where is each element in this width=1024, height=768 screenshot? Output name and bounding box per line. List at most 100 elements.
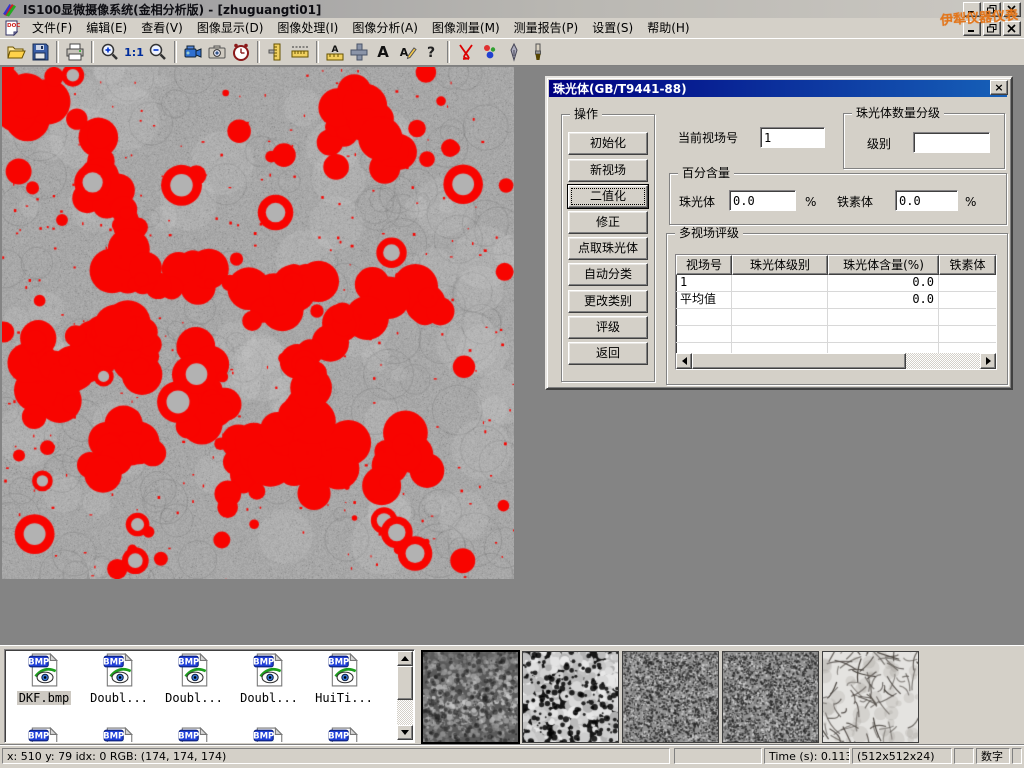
file-item[interactable]: Doubl...	[83, 653, 155, 705]
rate-button[interactable]: 评级	[568, 316, 648, 339]
pick-pearlite-button[interactable]: 点取珠光体	[568, 237, 648, 260]
table-row[interactable]: 1 0.0	[676, 275, 996, 292]
file-name[interactable]: Doubl...	[88, 691, 150, 705]
measure-text-icon[interactable]: A	[323, 40, 347, 64]
bmp-file-icon	[102, 653, 136, 687]
menu-help[interactable]: 帮助(H)	[640, 19, 696, 37]
file-item-partial[interactable]	[308, 727, 380, 743]
capture-camera-icon[interactable]	[205, 40, 229, 64]
bmp-file-icon	[27, 653, 61, 687]
grid-measure-icon[interactable]	[347, 40, 371, 64]
pen-tool-icon[interactable]	[502, 40, 526, 64]
scroll-right-icon[interactable]	[980, 353, 996, 369]
toolbar-separator	[257, 41, 260, 63]
dialog-close-icon[interactable]: ×	[990, 80, 1008, 95]
col-pearlite-pct[interactable]: 珠光体含量(%)	[828, 255, 939, 275]
toolbar: 1:1 A A A ?	[0, 38, 1024, 66]
scroll-up-icon[interactable]	[397, 651, 413, 666]
file-item-partial[interactable]	[158, 727, 230, 743]
curve-tool-icon[interactable]	[454, 40, 478, 64]
svg-text:A: A	[377, 43, 389, 61]
thumbnail-2[interactable]	[522, 651, 619, 743]
video-camera-icon[interactable]	[181, 40, 205, 64]
caliper-icon[interactable]	[264, 40, 288, 64]
ferrite-label: 铁素体	[837, 195, 873, 209]
scrollbar-thumb[interactable]	[397, 666, 413, 700]
col-ferrite[interactable]: 铁素体	[939, 255, 996, 275]
menu-image-analysis[interactable]: 图像分析(A)	[345, 19, 425, 37]
document-icon[interactable]: DOC	[4, 20, 21, 36]
thumbnail-1[interactable]	[421, 650, 520, 744]
initialize-button[interactable]: 初始化	[568, 132, 648, 155]
ruler-icon[interactable]	[288, 40, 312, 64]
print-icon[interactable]	[63, 40, 87, 64]
menu-file[interactable]: 文件(F)	[25, 19, 79, 37]
table-row[interactable]: 平均值 0.0	[676, 292, 996, 309]
return-button[interactable]: 返回	[568, 342, 648, 365]
thumbnail-4[interactable]	[722, 651, 819, 743]
table-horizontal-scrollbar[interactable]	[676, 353, 996, 369]
brush-tool-icon[interactable]	[526, 40, 550, 64]
app-window: IS100显微摄像系统(金相分析版) - [zhuguangti01] 伊犁仪器…	[0, 0, 1024, 768]
metallographic-image[interactable]	[2, 67, 514, 579]
save-icon[interactable]	[28, 40, 52, 64]
col-pearlite-grade[interactable]: 珠光体级别	[732, 255, 828, 275]
file-item-partial[interactable]	[83, 727, 155, 743]
file-name[interactable]: DKF.bmp	[17, 691, 72, 705]
toolbar-separator	[91, 41, 94, 63]
ferrite-percent-input[interactable]	[895, 190, 958, 211]
cell-grade	[732, 292, 828, 308]
menu-image-processing[interactable]: 图像处理(I)	[270, 19, 345, 37]
cell-field-no: 平均值	[676, 292, 732, 308]
scroll-left-icon[interactable]	[676, 353, 692, 369]
multi-field-table[interactable]: 视场号 珠光体级别 珠光体含量(%) 铁素体 1 0.0 平均值 0.0	[675, 254, 997, 370]
file-name[interactable]: Doubl...	[163, 691, 225, 705]
auto-classify-button[interactable]: 自动分类	[568, 263, 648, 286]
file-name[interactable]: Doubl...	[238, 691, 300, 705]
pearlite-percent-input[interactable]	[729, 190, 796, 211]
new-field-button[interactable]: 新视场	[568, 159, 648, 182]
edit-annotation-icon[interactable]: A	[395, 40, 419, 64]
timer-clock-icon[interactable]	[229, 40, 253, 64]
svg-text:DOC: DOC	[7, 23, 20, 29]
col-field-no[interactable]: 视场号	[676, 255, 732, 275]
correct-button[interactable]: 修正	[568, 211, 648, 234]
file-list-scrollbar[interactable]	[397, 651, 413, 740]
file-list[interactable]: DKF.bmp Doubl... Doubl... Doubl... HuiTi…	[4, 649, 415, 743]
file-item[interactable]: HuiTi...	[308, 653, 380, 705]
thumbnail-3[interactable]	[622, 651, 719, 743]
table-row-empty	[676, 326, 996, 343]
svg-text:?: ?	[427, 45, 435, 61]
dialog-title-bar[interactable]: 珠光体(GB/T9441-88)	[549, 80, 1007, 97]
file-item[interactable]: Doubl...	[158, 653, 230, 705]
menu-view[interactable]: 查看(V)	[134, 19, 190, 37]
scrollbar-thumb[interactable]	[692, 353, 906, 369]
menu-report[interactable]: 测量报告(P)	[507, 19, 586, 37]
open-file-icon[interactable]	[4, 40, 28, 64]
file-item-partial[interactable]	[8, 727, 80, 743]
thumbnail-5[interactable]	[822, 651, 919, 743]
menu-image-display[interactable]: 图像显示(D)	[190, 19, 271, 37]
pearlite-percent-sign: %	[805, 195, 816, 209]
menu-settings[interactable]: 设置(S)	[585, 19, 640, 37]
scroll-down-icon[interactable]	[397, 725, 413, 740]
zoom-in-icon[interactable]	[98, 40, 122, 64]
binarize-button[interactable]: 二值化	[568, 185, 648, 208]
actual-size-icon[interactable]: 1:1	[122, 40, 146, 64]
zoom-out-icon[interactable]	[146, 40, 170, 64]
change-class-button[interactable]: 更改类别	[568, 290, 648, 313]
particle-analysis-icon[interactable]	[478, 40, 502, 64]
grade-input[interactable]	[913, 132, 990, 153]
current-field-input[interactable]	[760, 127, 825, 148]
file-item[interactable]: DKF.bmp	[8, 653, 80, 705]
status-empty	[1012, 748, 1022, 764]
file-item-partial[interactable]	[233, 727, 305, 743]
file-item[interactable]: Doubl...	[233, 653, 305, 705]
menu-edit[interactable]: 编辑(E)	[79, 19, 134, 37]
window-title: IS100显微摄像系统(金相分析版) - [zhuguangti01]	[23, 1, 321, 18]
menu-image-measure[interactable]: 图像测量(M)	[425, 19, 507, 37]
file-name[interactable]: HuiTi...	[313, 691, 375, 705]
text-annotation-icon[interactable]: A	[371, 40, 395, 64]
cell-grade	[732, 275, 828, 291]
help-icon[interactable]: ?	[419, 40, 443, 64]
